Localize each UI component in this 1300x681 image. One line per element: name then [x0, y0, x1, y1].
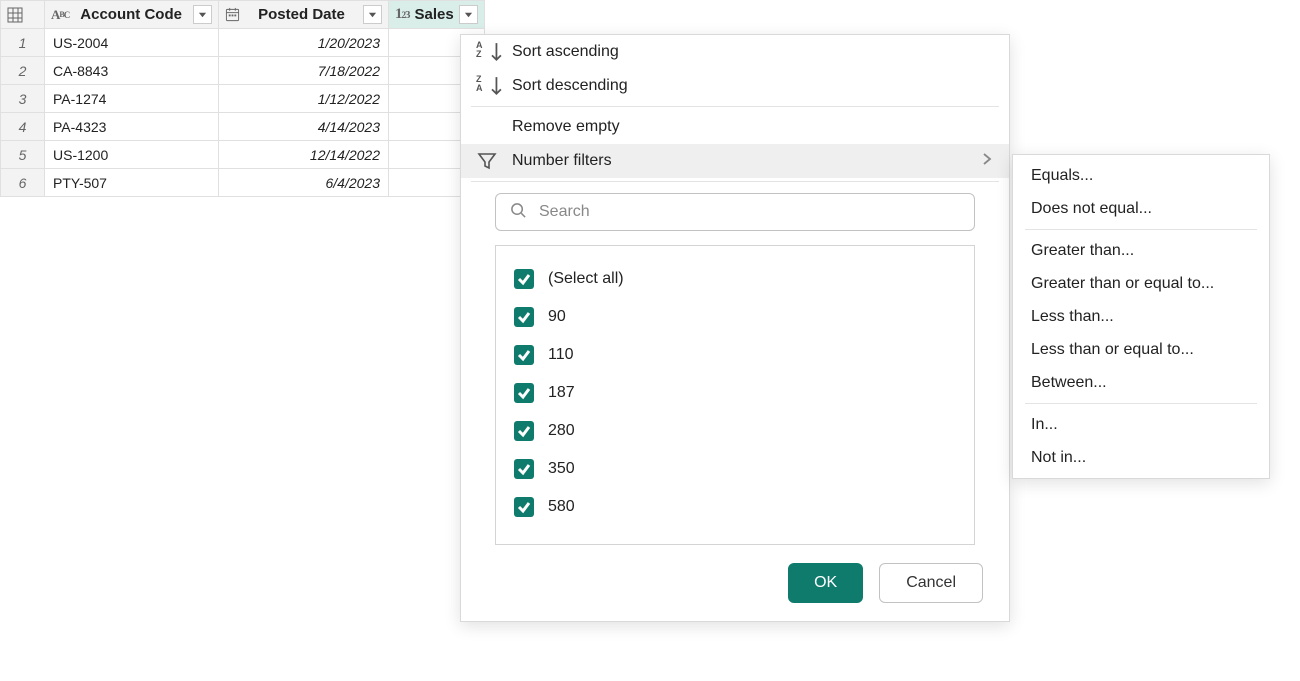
cell-account[interactable]: CA-8843 [45, 57, 219, 85]
menu-separator [1025, 403, 1257, 404]
filter-lte[interactable]: Less than or equal to... [1013, 333, 1269, 366]
column-header-sales[interactable]: 123 Sales [389, 1, 485, 29]
cell-account[interactable]: US-2004 [45, 29, 219, 57]
column-filter-dropdown: AZ Sort ascending ZA Sort descending Rem… [460, 34, 1010, 622]
filter-greater-than[interactable]: Greater than... [1013, 234, 1269, 267]
filter-value-label: 110 [548, 346, 574, 364]
checkbox-icon [514, 383, 534, 403]
table-row[interactable]: 2CA-88437/18/2022 [1, 57, 485, 85]
filter-does-not-equal[interactable]: Does not equal... [1013, 192, 1269, 225]
filter-value-label: 280 [548, 422, 575, 440]
row-number[interactable]: 5 [1, 141, 45, 169]
cell-date[interactable]: 12/14/2022 [219, 141, 389, 169]
column-header-account-code[interactable]: ABC Account Code [45, 1, 219, 29]
menu-separator [471, 106, 999, 107]
cell-account[interactable]: PTY-507 [45, 169, 219, 197]
filter-less-than[interactable]: Less than... [1013, 300, 1269, 333]
checkbox-icon [514, 269, 534, 289]
filter-equals[interactable]: Equals... [1013, 159, 1269, 192]
column-header-posted-date[interactable]: Posted Date [219, 1, 389, 29]
row-number[interactable]: 2 [1, 57, 45, 85]
table-row[interactable]: 6PTY-5076/4/2023 [1, 169, 485, 197]
table-row[interactable]: 3PA-12741/12/2022 [1, 85, 485, 113]
select-all-row[interactable]: (Select all) [514, 260, 956, 298]
column-label: Posted Date [245, 6, 358, 23]
column-label: Sales [415, 6, 454, 23]
sort-ascending-item[interactable]: AZ Sort ascending [461, 35, 1009, 69]
cell-date[interactable]: 7/18/2022 [219, 57, 389, 85]
table-icon [7, 7, 23, 23]
menu-separator [471, 181, 999, 182]
filter-value-row[interactable]: 187 [514, 374, 956, 412]
filter-value-label: 580 [548, 498, 575, 516]
filter-values-list: (Select all) 90 110 187 280 350 580 [495, 245, 975, 545]
cancel-button[interactable]: Cancel [879, 563, 983, 603]
table-row[interactable]: 5US-120012/14/2022 [1, 141, 485, 169]
cell-date[interactable]: 6/4/2023 [219, 169, 389, 197]
cell-account[interactable]: US-1200 [45, 141, 219, 169]
menu-separator [1025, 229, 1257, 230]
search-icon [510, 202, 527, 222]
checkbox-icon [514, 459, 534, 479]
select-all-label: (Select all) [548, 270, 624, 288]
date-type-icon [225, 7, 240, 22]
filter-icon [476, 151, 498, 171]
column-filter-button[interactable] [363, 5, 382, 24]
filter-value-row[interactable]: 110 [514, 336, 956, 374]
filter-not-in[interactable]: Not in... [1013, 441, 1269, 474]
table-row[interactable]: 4PA-43234/14/2023 [1, 113, 485, 141]
sort-desc-icon: ZA [476, 76, 498, 96]
filter-value-label: 187 [548, 384, 575, 402]
number-filters-submenu: Equals... Does not equal... Greater than… [1012, 154, 1270, 479]
sort-descending-item[interactable]: ZA Sort descending [461, 69, 1009, 103]
column-filter-button[interactable] [459, 5, 478, 24]
checkbox-icon [514, 345, 534, 365]
row-number[interactable]: 4 [1, 113, 45, 141]
row-number[interactable]: 6 [1, 169, 45, 197]
filter-search-input[interactable] [537, 202, 960, 222]
row-number[interactable]: 3 [1, 85, 45, 113]
checkbox-icon [514, 307, 534, 327]
filter-value-row[interactable]: 90 [514, 298, 956, 336]
chevron-right-icon [980, 152, 994, 171]
number-filters-item[interactable]: Number filters [461, 144, 1009, 178]
cell-date[interactable]: 1/20/2023 [219, 29, 389, 57]
filter-gte[interactable]: Greater than or equal to... [1013, 267, 1269, 300]
ok-button[interactable]: OK [788, 563, 863, 603]
filter-value-row[interactable]: 280 [514, 412, 956, 450]
text-type-icon: ABC [51, 7, 69, 23]
column-label: Account Code [74, 6, 188, 23]
data-table: ABC Account Code Posted Date [0, 0, 485, 197]
cell-date[interactable]: 1/12/2022 [219, 85, 389, 113]
table-row[interactable]: 1US-20041/20/2023 [1, 29, 485, 57]
checkbox-icon [514, 497, 534, 517]
filter-value-row[interactable]: 350 [514, 450, 956, 488]
number-type-icon: 123 [395, 6, 410, 23]
cell-account[interactable]: PA-4323 [45, 113, 219, 141]
cell-account[interactable]: PA-1274 [45, 85, 219, 113]
row-number[interactable]: 1 [1, 29, 45, 57]
checkbox-icon [514, 421, 534, 441]
column-filter-button[interactable] [193, 5, 212, 24]
filter-value-label: 350 [548, 460, 575, 478]
sort-asc-icon: AZ [476, 42, 498, 62]
filter-between[interactable]: Between... [1013, 366, 1269, 399]
filter-search-box[interactable] [495, 193, 975, 231]
row-header-corner[interactable] [1, 1, 45, 29]
cell-date[interactable]: 4/14/2023 [219, 113, 389, 141]
filter-value-label: 90 [548, 308, 566, 326]
remove-empty-item[interactable]: Remove empty [461, 110, 1009, 144]
filter-value-row[interactable]: 580 [514, 488, 956, 526]
filter-in[interactable]: In... [1013, 408, 1269, 441]
